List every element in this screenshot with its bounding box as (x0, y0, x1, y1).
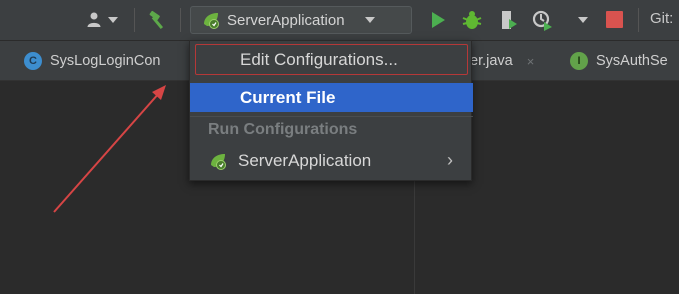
run-configurations-section-label: Run Configurations (208, 121, 358, 138)
tab-sysauthservice[interactable]: I SysAuthSe (570, 41, 668, 81)
chevron-down-icon[interactable] (578, 17, 588, 23)
chevron-down-icon (108, 17, 118, 23)
main-toolbar: ServerApplication Git: (0, 0, 679, 40)
account-menu-button[interactable] (86, 8, 126, 32)
run-configuration-selector[interactable]: ServerApplication (190, 6, 412, 34)
tab-label: SysAuthSe (596, 53, 668, 69)
run-icon[interactable] (426, 8, 450, 32)
current-file-item[interactable]: Current File (190, 83, 473, 112)
run-configuration-label: ServerApplication (227, 11, 345, 29)
tab-er-java[interactable]: er.java × (470, 41, 534, 81)
run-configurations-dropdown: Edit Configurations... Current File Run … (189, 40, 473, 181)
class-icon: C (24, 52, 42, 70)
profiler-icon[interactable] (530, 8, 554, 32)
git-label[interactable]: Git: (650, 10, 673, 27)
close-icon[interactable]: × (527, 54, 535, 69)
user-icon (87, 12, 101, 27)
server-application-label: ServerApplication (238, 151, 372, 170)
stop-icon[interactable] (606, 11, 623, 28)
chevron-right-icon: › (447, 150, 453, 170)
toolbar-separator (638, 8, 639, 32)
interface-icon: I (570, 52, 588, 70)
tab-label: SysLogLoginCon (50, 53, 161, 69)
spring-boot-icon (204, 13, 219, 29)
tab-label: er.java (470, 53, 513, 69)
coverage-icon[interactable] (496, 8, 520, 32)
menu-separator (190, 116, 473, 117)
tab-sysloglogincontroller[interactable]: C SysLogLoginCon (24, 41, 160, 81)
debug-icon[interactable] (460, 8, 484, 32)
toolbar-separator (180, 8, 181, 32)
chevron-down-icon (364, 17, 375, 23)
toolbar-separator (134, 8, 135, 32)
spring-boot-icon (211, 154, 226, 170)
server-application-item[interactable]: ServerApplication › (190, 147, 473, 175)
hammer-icon[interactable] (144, 6, 172, 34)
edit-configurations-item[interactable]: Edit Configurations... (190, 46, 473, 74)
